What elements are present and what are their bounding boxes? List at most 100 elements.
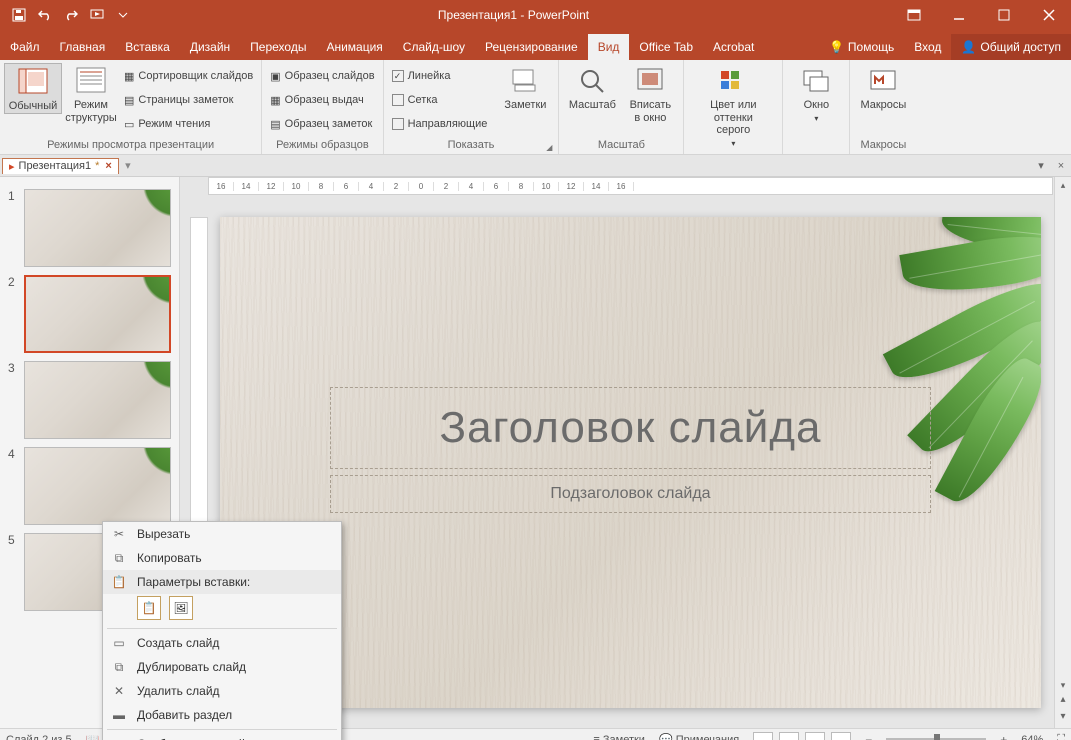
subtitle-placeholder[interactable]: Подзаголовок слайда [330, 475, 931, 513]
tab-insert[interactable]: Вставка [115, 34, 180, 60]
cm-delete-slide[interactable]: ✕Удалить слайд [103, 679, 341, 703]
signin-link[interactable]: Вход [904, 34, 951, 60]
slide-counter[interactable]: Слайд 2 из 5 [6, 734, 72, 740]
cm-add-section[interactable]: ▬Добавить раздел [103, 703, 341, 727]
tab-review[interactable]: Рецензирование [475, 34, 588, 60]
new-tab-button[interactable]: ▾ [119, 159, 137, 172]
title-placeholder[interactable]: Заголовок слайда [330, 387, 931, 469]
close-tab-icon[interactable]: × [105, 160, 111, 172]
normal-view-status-button[interactable] [753, 732, 773, 740]
sorter-view-status-button[interactable] [779, 732, 799, 740]
color-grayscale-button[interactable]: Цвет или оттенки серого ▾ [688, 63, 778, 148]
outline-view-icon [75, 65, 107, 97]
close-all-tabs-icon[interactable]: × [1051, 160, 1071, 172]
thumbnail-2[interactable]: 2 [0, 271, 179, 357]
outline-view-button[interactable]: Режим структуры [62, 63, 120, 124]
notes-toggle[interactable]: ≡ Заметки [593, 734, 645, 740]
paste-keep-source-formatting[interactable]: 🖼 [169, 596, 193, 620]
group-label-zoom: Масштаб [563, 137, 679, 154]
tab-officetab[interactable]: Office Tab [629, 34, 703, 60]
tab-slideshow[interactable]: Слайд-шоу [393, 34, 475, 60]
reading-view-status-button[interactable] [805, 732, 825, 740]
handout-master-icon: ▦ [270, 94, 280, 107]
person-icon: 👤 [961, 40, 976, 54]
group-macros: Макросы Макросы [850, 60, 916, 154]
fit-to-window-status-button[interactable]: ⛶ [1057, 733, 1065, 740]
slide-master-button[interactable]: ▣Образец слайдов [266, 65, 378, 87]
tab-acrobat[interactable]: Acrobat [703, 34, 764, 60]
cm-cut[interactable]: ✂Вырезать [103, 522, 341, 546]
close-icon[interactable] [1026, 0, 1071, 30]
spell-check-icon[interactable]: 📖 [86, 733, 100, 740]
slide-sorter-icon: ▦ [124, 70, 134, 83]
fit-to-window-button[interactable]: Вписать в окно [621, 63, 679, 124]
scroll-up-icon[interactable]: ▴ [1055, 177, 1071, 194]
macros-button[interactable]: Макросы [854, 63, 912, 112]
tab-view[interactable]: Вид [588, 34, 630, 60]
redo-icon[interactable] [58, 2, 84, 28]
slide-sorter-button[interactable]: ▦Сортировщик слайдов [120, 65, 257, 87]
normal-view-icon [17, 66, 49, 98]
thumbnail-1[interactable]: 1 [0, 185, 179, 271]
scroll-down-icon[interactable]: ▾ [1055, 677, 1071, 694]
publish-icon: ☁ [111, 736, 127, 740]
cm-paste-options: 📋 🖼 [103, 594, 341, 626]
slideshow-status-button[interactable] [831, 732, 851, 740]
copy-icon: ⧉ [111, 550, 127, 566]
cm-publish-slides[interactable]: ☁Опубликовать слайды [103, 732, 341, 740]
tab-animations[interactable]: Анимация [316, 34, 392, 60]
comments-toggle[interactable]: 💬 Примечания [659, 733, 739, 740]
quick-access-toolbar [6, 2, 136, 28]
prev-slide-icon[interactable]: ▴ [1055, 694, 1071, 711]
chevron-down-icon: ▾ [731, 139, 735, 148]
tab-home[interactable]: Главная [50, 34, 116, 60]
ribbon-tabs: Файл Главная Вставка Дизайн Переходы Ани… [0, 30, 1071, 60]
notes-page-button[interactable]: ▤Страницы заметок [120, 89, 257, 111]
slide-canvas[interactable]: Заголовок слайда Подзаголовок слайда [220, 217, 1041, 708]
powerpoint-file-icon: ▸ [9, 160, 15, 173]
normal-view-button[interactable]: Обычный [4, 63, 62, 114]
window-title: Презентация1 - PowerPoint [136, 8, 891, 22]
checkbox-icon [392, 94, 404, 106]
slideshow-from-start-icon[interactable] [84, 2, 110, 28]
share-button[interactable]: 👤Общий доступ [951, 34, 1071, 60]
cm-new-slide[interactable]: ▭Создать слайд [103, 631, 341, 655]
thumbnail-4[interactable]: 4 [0, 443, 179, 529]
guides-checkbox[interactable]: Направляющие [388, 113, 492, 135]
tab-transitions[interactable]: Переходы [240, 34, 316, 60]
notes-master-button[interactable]: ▤Образец заметок [266, 113, 378, 135]
zoom-percentage[interactable]: 64% [1021, 734, 1043, 740]
notes-button[interactable]: Заметки [496, 63, 554, 112]
ruler-checkbox[interactable]: ✓Линейка [388, 65, 492, 87]
reading-view-icon: ▭ [124, 118, 134, 131]
zoom-out-button[interactable]: − [865, 733, 872, 740]
save-icon[interactable] [6, 2, 32, 28]
tab-design[interactable]: Дизайн [180, 34, 240, 60]
document-tab[interactable]: ▸ Презентация1 * × [2, 158, 119, 174]
maximize-icon[interactable] [981, 0, 1026, 30]
zoom-in-button[interactable]: + [1000, 733, 1007, 740]
undo-icon[interactable] [32, 2, 58, 28]
dialog-launcher-icon[interactable]: ◢ [546, 143, 552, 152]
tab-list-dropdown[interactable]: ▾ [1031, 159, 1051, 172]
tab-file[interactable]: Файл [0, 34, 50, 60]
ribbon: Обычный Режим структуры ▦Сортировщик сла… [0, 60, 1071, 155]
gridlines-checkbox[interactable]: Сетка [388, 89, 492, 111]
vertical-scrollbar[interactable]: ▴ ▾ ▴ ▾ [1054, 177, 1071, 728]
chevron-down-icon: ▾ [814, 114, 818, 123]
cm-copy[interactable]: ⧉Копировать [103, 546, 341, 570]
handout-master-button[interactable]: ▦Образец выдач [266, 89, 378, 111]
paste-use-destination-theme[interactable]: 📋 [137, 596, 161, 620]
tell-me[interactable]: 💡Помощь [819, 34, 904, 60]
ribbon-display-options-icon[interactable] [891, 0, 936, 30]
lightbulb-icon: 💡 [829, 40, 844, 54]
cm-duplicate-slide[interactable]: ⧉Дублировать слайд [103, 655, 341, 679]
reading-view-button[interactable]: ▭Режим чтения [120, 113, 257, 135]
qat-customize-icon[interactable] [110, 2, 136, 28]
next-slide-icon[interactable]: ▾ [1055, 711, 1071, 728]
group-label-views: Режимы просмотра презентации [4, 137, 257, 154]
zoom-button[interactable]: Масштаб [563, 63, 621, 112]
window-button[interactable]: Окно ▾ [787, 63, 845, 123]
minimize-icon[interactable] [936, 0, 981, 30]
thumbnail-3[interactable]: 3 [0, 357, 179, 443]
